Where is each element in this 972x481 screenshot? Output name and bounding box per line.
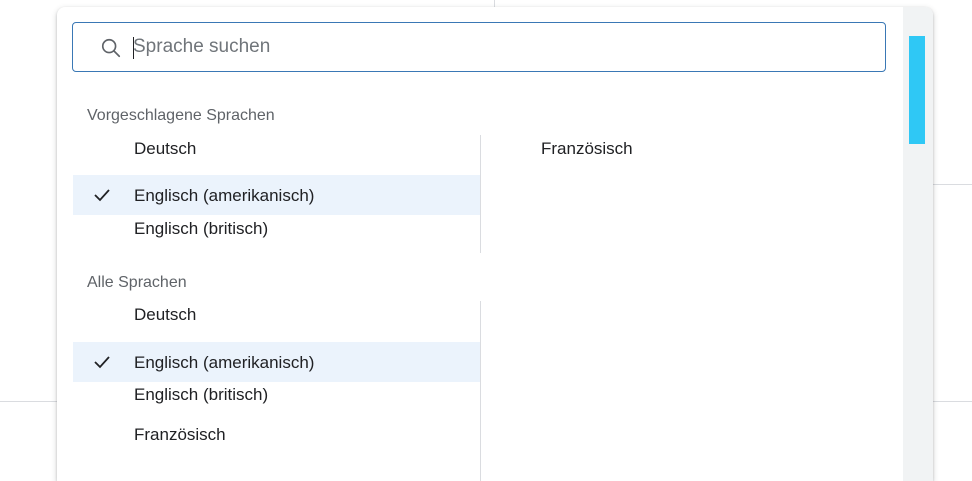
text-cursor <box>133 37 134 59</box>
search-input[interactable] <box>133 31 853 63</box>
background-divider <box>932 401 972 402</box>
background-divider <box>0 401 58 402</box>
check-icon <box>94 356 110 369</box>
language-item-franzoesisch[interactable]: Französisch <box>73 414 480 454</box>
language-item-englisch-britisch[interactable]: Englisch (britisch) <box>73 374 480 414</box>
scrollbar-thumb[interactable] <box>909 36 925 144</box>
column-divider <box>480 301 481 481</box>
language-label: Französisch <box>134 425 226 444</box>
language-label: Französisch <box>541 139 633 158</box>
language-label: Englisch (britisch) <box>134 219 269 238</box>
language-item-deutsch[interactable]: Deutsch <box>73 294 480 334</box>
language-label: Englisch (amerikanisch) <box>134 353 315 372</box>
section-title-all: Alle Sprachen <box>87 274 187 291</box>
language-label: Deutsch <box>134 305 197 324</box>
language-picker-popup: Vorgeschlagene Sprachen Deutsch Englisch… <box>57 7 933 481</box>
column-divider <box>480 135 481 253</box>
check-icon <box>94 189 110 202</box>
language-label: Deutsch <box>134 139 197 158</box>
language-item-franzoesisch[interactable]: Französisch <box>523 128 903 168</box>
background-divider <box>932 184 972 185</box>
search-icon <box>101 38 121 58</box>
language-item-englisch-britisch[interactable]: Englisch (britisch) <box>73 208 480 248</box>
language-label: Englisch (britisch) <box>134 385 269 404</box>
language-label: Englisch (amerikanisch) <box>134 186 315 205</box>
search-box[interactable] <box>72 22 886 72</box>
language-item-deutsch[interactable]: Deutsch <box>73 128 480 168</box>
section-title-suggested: Vorgeschlagene Sprachen <box>87 107 275 124</box>
